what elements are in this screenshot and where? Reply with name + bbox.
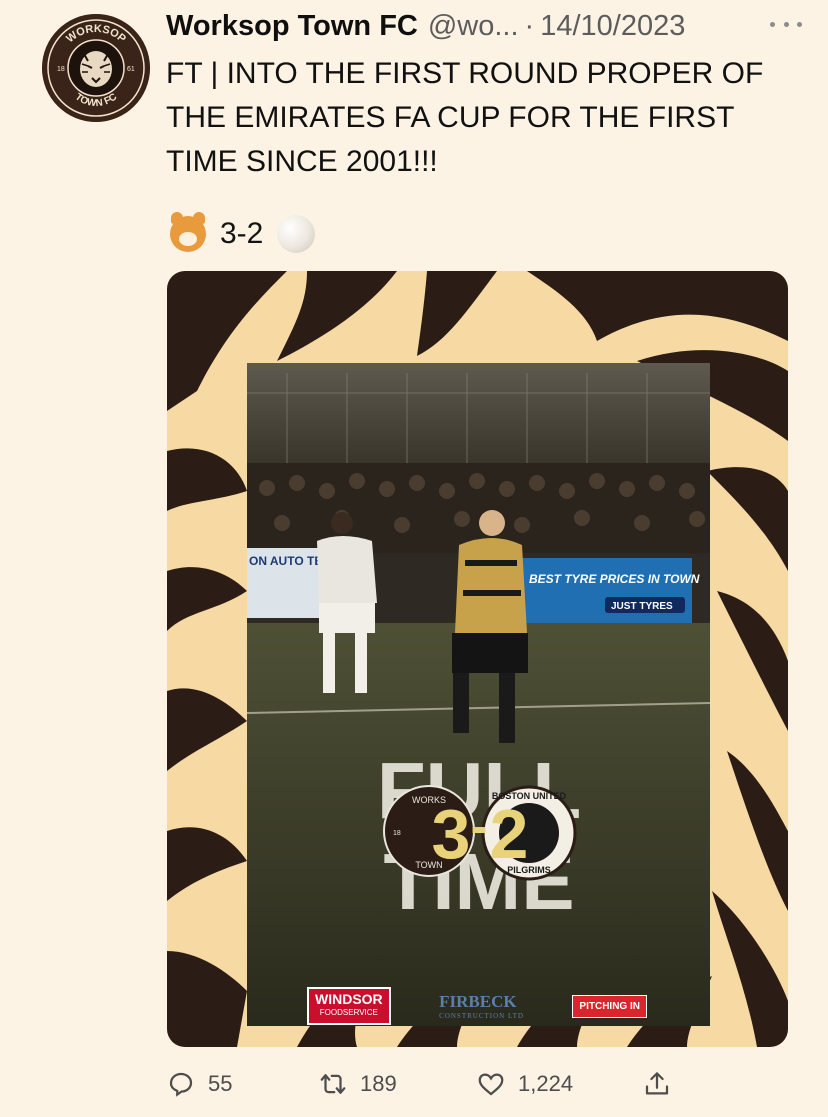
tiger-icon bbox=[80, 51, 112, 87]
like-button[interactable]: 1,224 bbox=[476, 1069, 642, 1099]
more-options-icon[interactable] bbox=[770, 14, 802, 34]
share-button[interactable] bbox=[642, 1069, 684, 1099]
ad-board-right bbox=[522, 558, 692, 628]
away-score: 2 bbox=[490, 795, 529, 873]
tweet-media-image[interactable]: ON AUTO TEC BEST TYRE PRICES IN TOWN JUS… bbox=[167, 271, 788, 1047]
sponsor-strip: WINDSOR FOODSERVICE FIRBECK CONSTRUCTION… bbox=[307, 987, 647, 1025]
home-badge-year: 18 bbox=[393, 830, 401, 837]
ad-board-right-text: BEST TYRE PRICES IN TOWN bbox=[529, 572, 700, 586]
share-icon bbox=[645, 1072, 669, 1095]
football-emoji bbox=[277, 215, 316, 253]
avatar-year-right: 61 bbox=[127, 66, 135, 73]
home-score: 3 bbox=[432, 795, 471, 873]
windsor-sub-text: FOODSERVICE bbox=[319, 1008, 378, 1017]
sponsor-firbeck: FIRBECK CONSTRUCTION LTD bbox=[439, 992, 524, 1020]
reply-count: 55 bbox=[208, 1071, 233, 1096]
display-name[interactable]: Worksop Town FC bbox=[166, 10, 418, 43]
tweet-text: FT | INTO THE FIRST ROUND PROPER OF THE … bbox=[166, 57, 764, 178]
firbeck-logo-text: FIRBECK bbox=[439, 992, 517, 1011]
tweet-date[interactable]: 14/10/2023 bbox=[540, 10, 685, 43]
match-photo: ON AUTO TEC BEST TYRE PRICES IN TOWN JUS… bbox=[247, 363, 710, 1026]
windsor-logo-text: WINDSOR bbox=[315, 991, 383, 1007]
sponsor-windsor: WINDSOR FOODSERVICE bbox=[307, 987, 391, 1025]
like-count: 1,224 bbox=[518, 1071, 574, 1096]
firbeck-sub-text: CONSTRUCTION LTD bbox=[439, 1012, 524, 1020]
tweet-actions-bar: 55 189 1,224 bbox=[166, 1064, 686, 1104]
separator-dot: · bbox=[524, 9, 535, 42]
reply-button[interactable]: 55 bbox=[166, 1069, 318, 1099]
user-handle[interactable]: @wo... bbox=[428, 10, 519, 43]
sponsor-pitching-in: PITCHING IN bbox=[572, 994, 647, 1018]
retweet-button[interactable]: 189 bbox=[318, 1069, 476, 1099]
just-tyres-text: JUST TYRES bbox=[611, 601, 673, 612]
tweet-header: Worksop Town FC @wo... · 14/10/2023 bbox=[166, 6, 808, 46]
retweet-icon bbox=[320, 1074, 346, 1094]
score-text: 3-2 bbox=[220, 217, 264, 250]
tiger-face-emoji bbox=[170, 212, 206, 252]
reply-icon bbox=[169, 1072, 193, 1097]
score-line: 3-2 bbox=[170, 212, 316, 256]
worksop-crest-logo: WORKSOP TOWN FC 18 61 bbox=[42, 14, 150, 122]
like-icon bbox=[478, 1073, 504, 1096]
score-dash: - bbox=[471, 798, 488, 854]
retweet-count: 189 bbox=[360, 1071, 397, 1096]
profile-avatar[interactable]: WORKSOP TOWN FC 18 61 bbox=[42, 14, 150, 122]
avatar-year-left: 18 bbox=[57, 66, 65, 73]
